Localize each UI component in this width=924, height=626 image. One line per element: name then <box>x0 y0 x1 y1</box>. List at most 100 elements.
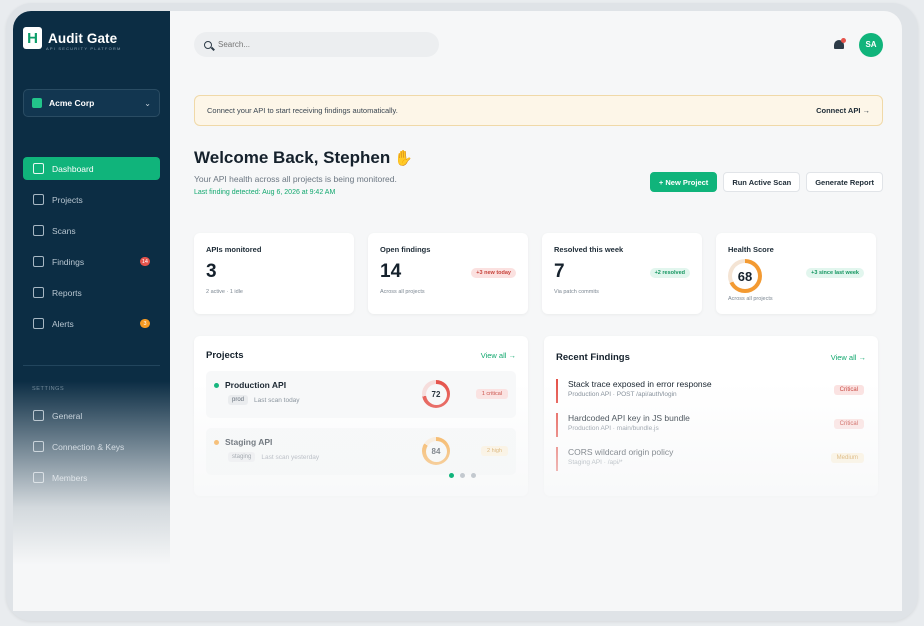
severity-badge: Critical <box>833 385 864 395</box>
topbar-actions: SA <box>833 32 883 57</box>
org-name: Acme Corp <box>49 98 95 108</box>
sidebar-item-connection-keys[interactable]: Connection & Keys <box>23 435 160 458</box>
health-score-value: 68 <box>732 263 758 289</box>
stat-label: APIs monitored <box>206 245 262 254</box>
env-tag: staging <box>228 452 256 462</box>
sidebar-item-dashboard[interactable]: Dashboard <box>23 157 160 180</box>
status-badge: +3 since last week <box>806 268 864 278</box>
folder-icon <box>33 194 44 205</box>
stat-foot: Across all projects <box>380 289 425 295</box>
sidebar-divider <box>23 365 160 366</box>
gear-icon <box>33 410 44 421</box>
project-score-ring: 72 <box>422 380 450 408</box>
clipboard-icon <box>33 287 44 298</box>
finding-path: Production API · POST /api/auth/login <box>568 391 677 398</box>
pagination-dot[interactable] <box>470 473 476 478</box>
last-scan-text: Last scan today <box>254 396 300 404</box>
link-icon <box>33 441 44 452</box>
sidebar-item-label: Alerts <box>52 318 74 329</box>
new-project-button[interactable]: + New Project <box>649 172 718 192</box>
stats-row: APIs monitored 3 2 active · 1 idle Open … <box>194 233 883 314</box>
status-badge: +3 new today <box>471 268 516 278</box>
project-score-ring: 84 <box>422 437 450 465</box>
stat-label: Resolved this week <box>554 245 624 254</box>
org-switcher[interactable]: Acme Corp ⌄ <box>23 89 160 117</box>
sidebar-item-scans[interactable]: Scans <box>23 219 160 242</box>
alerts-count-badge: 3 <box>140 319 150 328</box>
banner-text: Connect your API to start receiving find… <box>207 106 398 115</box>
warning-icon <box>33 256 44 267</box>
chevron-down-icon: ⌄ <box>144 98 151 108</box>
list-item[interactable]: Staging API staging Last scan yesterday … <box>206 428 516 475</box>
stat-card-health-score[interactable]: Health Score 68 Across all projects +3 s… <box>716 233 876 314</box>
sidebar-item-findings[interactable]: Findings 14 <box>23 250 160 273</box>
sidebar-item-label: Findings <box>52 256 85 267</box>
search-icon <box>204 40 212 49</box>
sidebar-item-label: Scans <box>52 225 76 236</box>
generate-report-button[interactable]: Generate Report <box>806 172 883 192</box>
severity-badge: Medium <box>830 453 864 463</box>
stat-foot: Across all projects <box>728 296 773 302</box>
run-active-scan-button[interactable]: Run Active Scan <box>723 172 801 192</box>
sidebar-item-label: General <box>52 410 83 421</box>
grid-icon <box>33 163 44 174</box>
findings-view-all-link[interactable]: View all → <box>831 353 866 362</box>
list-item[interactable]: Stack trace exposed in error response Pr… <box>556 379 866 403</box>
page-title: Welcome Back, Stephen ✋ <box>194 148 413 168</box>
sidebar: H Audit Gate API SECURITY PLATFORM Acme … <box>13 11 170 611</box>
list-item[interactable]: CORS wildcard origin policy Staging API … <box>556 447 866 471</box>
notification-bell-icon[interactable] <box>833 37 846 51</box>
avatar[interactable]: SA <box>859 32 883 57</box>
pagination-dot[interactable] <box>459 473 465 478</box>
sidebar-item-alerts[interactable]: Alerts 3 <box>23 312 160 335</box>
welcome-section: Welcome Back, Stephen ✋ Your API health a… <box>194 148 883 196</box>
project-score: 84 <box>425 440 447 462</box>
stat-card-open-findings[interactable]: Open findings 14 Across all projects +3 … <box>368 233 528 314</box>
main-content: SA Connect your API to start receiving f… <box>170 11 902 611</box>
panels-row: Projects View all → Production API prod … <box>194 336 883 496</box>
search-input[interactable] <box>218 40 418 49</box>
project-name: Production API <box>225 380 287 390</box>
connect-api-link[interactable]: Connect API → <box>816 106 870 115</box>
settings-heading: SETTINGS <box>32 386 65 392</box>
panel-title: Projects <box>206 350 244 361</box>
sidebar-item-label: Projects <box>52 194 83 205</box>
stat-card-apis[interactable]: APIs monitored 3 2 active · 1 idle <box>194 233 354 314</box>
carousel-pagination <box>0 473 924 478</box>
list-item[interactable]: Production API prod Last scan today 72 1… <box>206 371 516 418</box>
project-score: 72 <box>425 383 447 405</box>
sidebar-item-label: Dashboard <box>52 163 94 174</box>
search-box[interactable] <box>194 32 439 57</box>
building-icon <box>32 98 42 108</box>
severity-badge: 2 high <box>481 446 508 456</box>
finding-title: Hardcoded API key in JS bundle <box>568 413 690 423</box>
health-score-ring: 68 <box>728 259 762 293</box>
projects-view-all-link[interactable]: View all → <box>481 351 516 360</box>
sidebar-item-general[interactable]: General <box>23 404 160 427</box>
welcome-title: Welcome Back, Stephen <box>194 148 391 167</box>
sidebar-item-projects[interactable]: Projects <box>23 188 160 211</box>
finding-title: CORS wildcard origin policy <box>568 447 674 457</box>
list-item[interactable]: Hardcoded API key in JS bundle Productio… <box>556 413 866 437</box>
last-finding-text: Last finding detected: Aug 6, 2026 at 9:… <box>194 189 336 196</box>
status-dot <box>214 440 219 445</box>
status-dot <box>214 383 219 388</box>
recent-findings-panel: Recent Findings View all → Stack trace e… <box>544 336 878 496</box>
finding-path: Staging API · /api/* <box>568 459 623 466</box>
sidebar-item-reports[interactable]: Reports <box>23 281 160 304</box>
welcome-subtitle: Your API health across all projects is b… <box>194 174 397 184</box>
project-name: Staging API <box>225 437 273 447</box>
env-tag: prod <box>228 395 249 405</box>
stat-card-resolved[interactable]: Resolved this week 7 Via patch commits +… <box>542 233 702 314</box>
projects-panel: Projects View all → Production API prod … <box>194 336 528 496</box>
finding-title: Stack trace exposed in error response <box>568 379 712 389</box>
sidebar-item-label: Connection & Keys <box>52 441 125 452</box>
connect-banner: Connect your API to start receiving find… <box>194 95 883 126</box>
waving-hand-icon: ✋ <box>394 150 413 167</box>
app-screen: H Audit Gate API SECURITY PLATFORM Acme … <box>13 11 902 611</box>
stat-foot: 2 active · 1 idle <box>206 289 243 295</box>
app-tagline: API SECURITY PLATFORM <box>46 46 122 51</box>
sidebar-nav: Dashboard Projects Scans Findings 14 Rep… <box>23 157 160 335</box>
sidebar-item-label: Reports <box>52 287 82 298</box>
pagination-dot-active[interactable] <box>448 473 454 478</box>
